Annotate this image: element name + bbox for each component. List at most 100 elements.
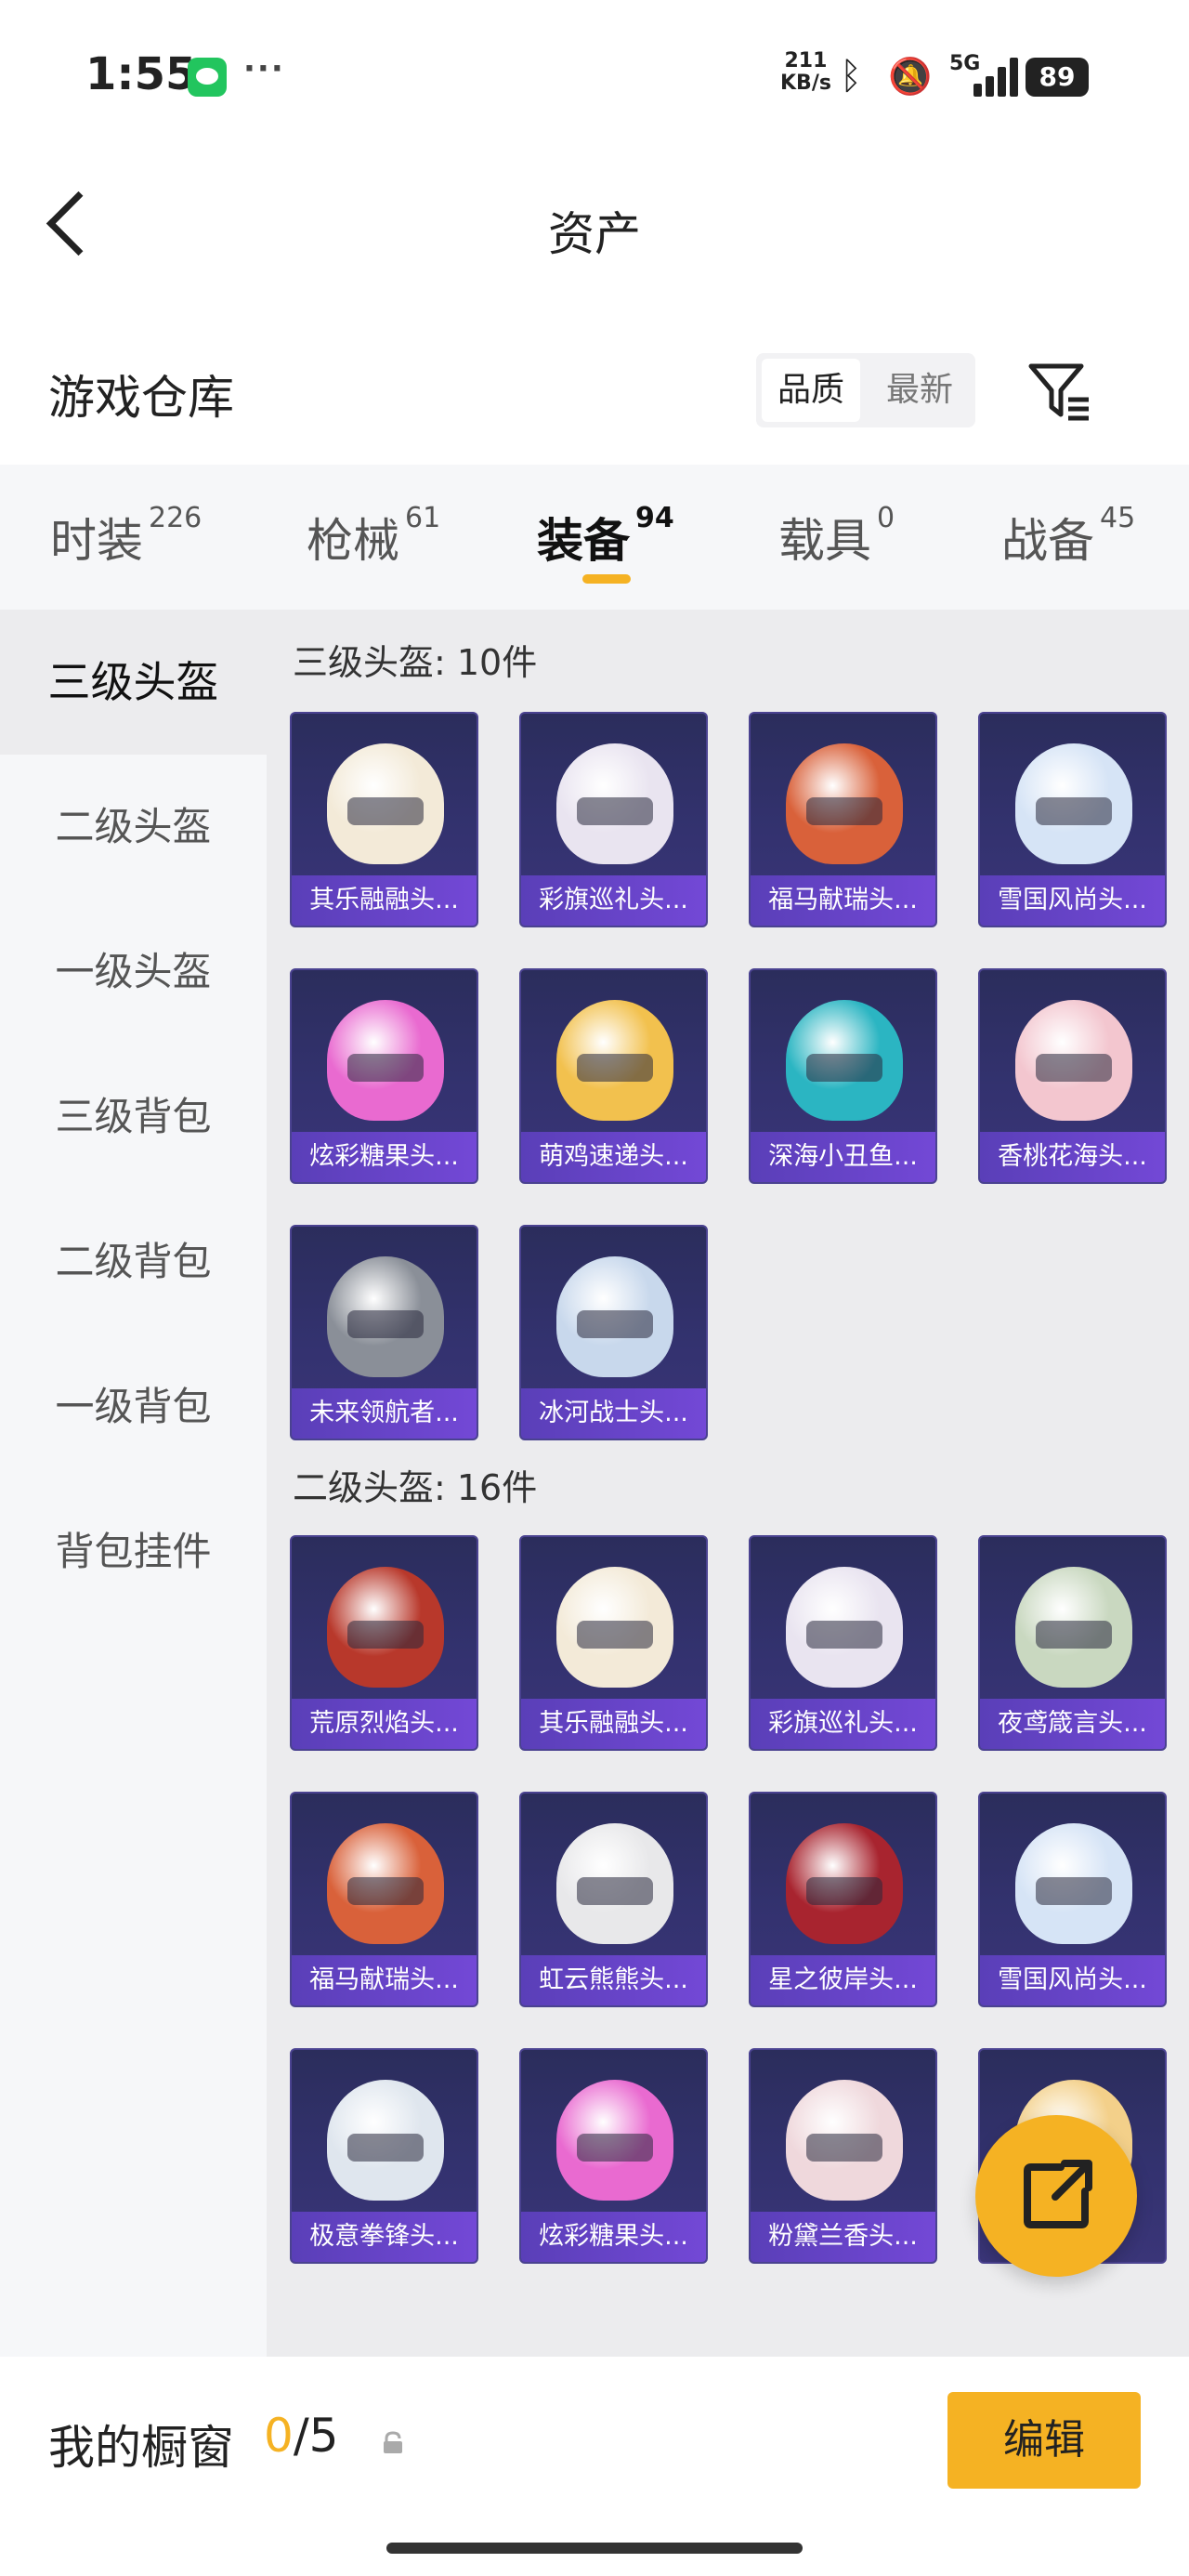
item-card[interactable]: 冰河战士头... (519, 1225, 708, 1440)
item-name: 其乐融融头... (292, 875, 477, 926)
item-name: 彩旗巡礼头... (521, 875, 706, 926)
tab-equipment[interactable]: 装备 94 (537, 502, 674, 571)
item-name: 其乐融融头... (521, 1699, 706, 1749)
item-grid: 三级头盔: 10件 二级头盔: 16件 其乐融融头... 彩旗巡礼头... 福马献瑞… (267, 610, 1189, 2357)
item-name: 未来领航者... (292, 1388, 477, 1439)
tab-gear[interactable]: 战备 45 (1001, 502, 1136, 571)
helmet-image (556, 2080, 673, 2201)
sidebar-item-level3-helmet[interactable]: 三级头盔 (0, 610, 267, 755)
sort-toggle: 品质 最新 (756, 353, 975, 427)
sort-quality-button[interactable]: 品质 (762, 359, 860, 422)
bluetooth-icon: ᛒ (840, 55, 862, 98)
item-card[interactable]: 荒原烈焰头... (290, 1535, 478, 1751)
item-card[interactable]: 夜鸢箴言头... (978, 1535, 1167, 1751)
item-card[interactable]: 福马献瑞头... (290, 1792, 478, 2007)
item-name: 粉黛兰香头... (751, 2212, 935, 2262)
helmet-image (327, 1000, 444, 1121)
filter-icon[interactable] (1027, 361, 1092, 422)
sidebar-item-level3-backpack[interactable]: 三级背包 (0, 1045, 267, 1189)
tab-count: 0 (877, 502, 895, 534)
tab-count: 226 (149, 502, 203, 534)
helmet-image (1015, 1000, 1132, 1121)
tab-label: 枪械 (307, 514, 399, 568)
item-name: 冰河战士头... (521, 1388, 706, 1439)
item-card[interactable]: 星之彼岸头... (749, 1792, 937, 2007)
item-card[interactable]: 炫彩糖果头... (519, 2048, 708, 2264)
item-card[interactable]: 福马献瑞头... (749, 712, 937, 927)
helmet-image (786, 2080, 903, 2201)
mute-icon: 🔕 (888, 56, 933, 97)
sort-latest-button[interactable]: 最新 (871, 359, 968, 422)
item-name: 炫彩糖果头... (521, 2212, 706, 2262)
item-card[interactable]: 粉黛兰香头... (749, 2048, 937, 2264)
item-card[interactable]: 深海小丑鱼... (749, 968, 937, 1184)
page-title: 资产 (548, 207, 641, 261)
sidebar-item-level1-backpack[interactable]: 一级背包 (0, 1334, 267, 1479)
item-card[interactable]: 其乐融融头... (519, 1535, 708, 1751)
sidebar-item-backpack-charm[interactable]: 背包挂件 (0, 1479, 267, 1624)
helmet-image (327, 2080, 444, 2201)
helmet-image (786, 1000, 903, 1121)
tab-label: 时装 (50, 514, 143, 568)
tab-count: 94 (635, 502, 674, 534)
tab-label: 战备 (1001, 514, 1094, 568)
section-title: 三级头盔: 10件 (293, 642, 538, 683)
signal-icon (973, 56, 1022, 97)
showcase-count: 0/5 (264, 2409, 338, 2463)
item-name: 星之彼岸头... (751, 1955, 935, 2005)
tab-label: 装备 (537, 514, 630, 568)
sidebar-item-level1-helmet[interactable]: 一级头盔 (0, 900, 267, 1045)
helmet-image (327, 1256, 444, 1377)
showcase-current: 0 (264, 2409, 294, 2463)
item-name: 虹云熊熊头... (521, 1955, 706, 2005)
item-card[interactable]: 彩旗巡礼头... (749, 1535, 937, 1751)
lock-icon (381, 2431, 405, 2455)
helmet-image (327, 743, 444, 864)
tab-count: 45 (1100, 502, 1136, 534)
helmet-image (786, 743, 903, 864)
tab-vehicles[interactable]: 载具 0 (778, 502, 895, 571)
tab-guns[interactable]: 枪械 61 (307, 502, 441, 571)
showcase-total: /5 (293, 2409, 339, 2463)
edit-button[interactable]: 编辑 (947, 2392, 1141, 2489)
tab-fashion[interactable]: 时装 226 (50, 502, 203, 571)
item-name: 深海小丑鱼... (751, 1132, 935, 1182)
network-speed: 211 KB/s (780, 50, 831, 95)
item-name: 雪国风尚头... (980, 875, 1165, 926)
item-card[interactable]: 雪国风尚头... (978, 712, 1167, 927)
item-card[interactable]: 香桃花海头... (978, 968, 1167, 1184)
more-notifications-icon: ··· (243, 50, 285, 87)
home-indicator (386, 2543, 803, 2554)
item-card[interactable]: 彩旗巡礼头... (519, 712, 708, 927)
status-bar: 1:55 ··· 211 KB/s ᛒ 🔕 5G 89 (0, 0, 1189, 149)
item-name: 荒原烈焰头... (292, 1699, 477, 1749)
category-tabs: 时装 226 枪械 61 装备 94 载具 0 战备 45 (0, 465, 1189, 610)
item-card[interactable]: 其乐融融头... (290, 712, 478, 927)
subcategory-sidebar: 三级头盔 二级头盔 一级头盔 三级背包 二级背包 一级背包 背包挂件 (0, 610, 267, 2357)
tab-count: 61 (405, 502, 441, 534)
item-card[interactable]: 雪国风尚头... (978, 1792, 1167, 2007)
helmet-image (556, 1823, 673, 1944)
item-name: 炫彩糖果头... (292, 1132, 477, 1182)
helmet-image (327, 1567, 444, 1688)
item-card[interactable]: 极意拳锋头... (290, 2048, 478, 2264)
battery-icon: 89 (1026, 58, 1089, 97)
helmet-image (1015, 1567, 1132, 1688)
item-name: 福马献瑞头... (751, 875, 935, 926)
helmet-image (556, 1256, 673, 1377)
item-card[interactable]: 虹云熊熊头... (519, 1792, 708, 2007)
helmet-image (556, 1567, 673, 1688)
item-card[interactable]: 炫彩糖果头... (290, 968, 478, 1184)
helmet-image (327, 1823, 444, 1944)
item-card[interactable]: 萌鸡速递头... (519, 968, 708, 1184)
item-name: 彩旗巡礼头... (751, 1699, 935, 1749)
share-button[interactable] (975, 2115, 1137, 2277)
item-card[interactable]: 未来领航者... (290, 1225, 478, 1440)
helmet-image (1015, 1823, 1132, 1944)
warehouse-title: 游戏仓库 (48, 371, 234, 425)
sidebar-item-level2-backpack[interactable]: 二级背包 (0, 1189, 267, 1334)
helmet-image (786, 1823, 903, 1944)
sidebar-item-level2-helmet[interactable]: 二级头盔 (0, 755, 267, 900)
helmet-image (1015, 743, 1132, 864)
network-speed-unit: KB/s (780, 72, 831, 95)
